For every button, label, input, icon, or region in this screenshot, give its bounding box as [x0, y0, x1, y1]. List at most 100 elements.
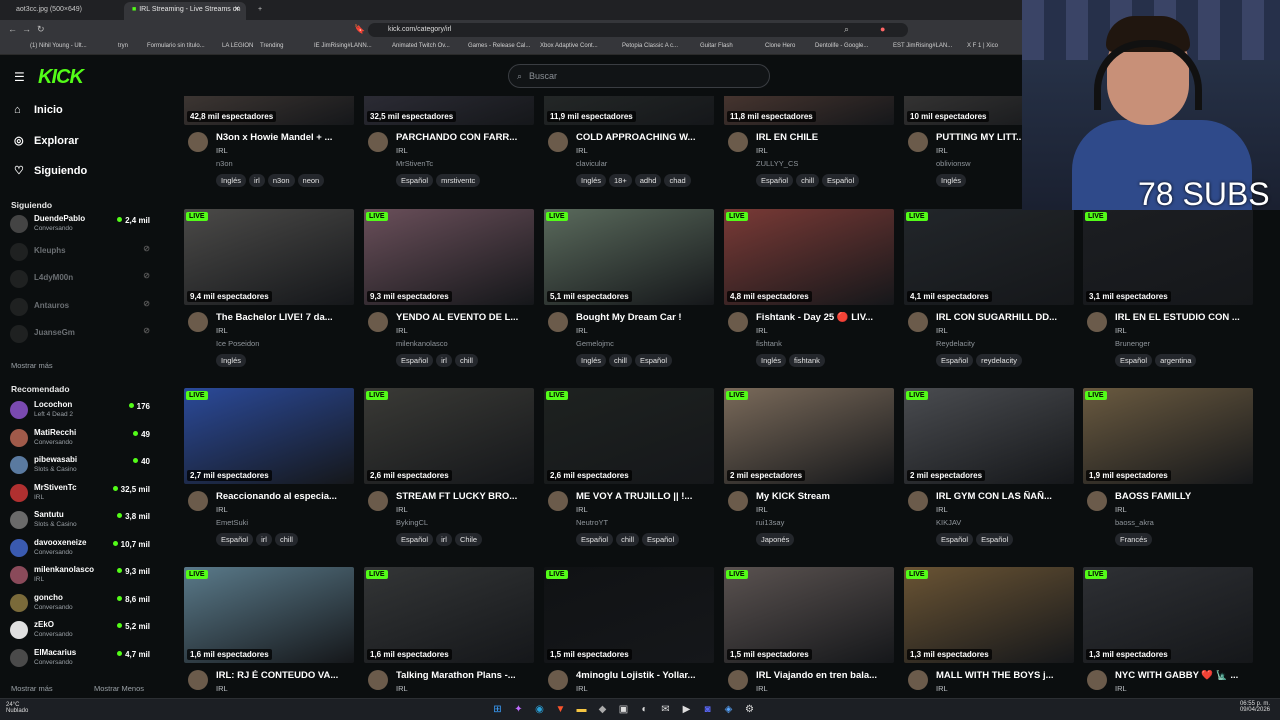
stream-title[interactable]: MALL WITH THE BOYS j... — [936, 670, 1072, 681]
show-more-following[interactable]: Mostrar más — [11, 361, 53, 370]
tag-pill[interactable]: Español — [396, 533, 434, 546]
stream-title[interactable]: IRL CON SUGARHILL DD... — [936, 312, 1072, 323]
streamer-name[interactable]: Ice Poseidon — [216, 339, 259, 348]
stream-title[interactable]: IRL EN CHILE — [756, 132, 892, 143]
tag-pill[interactable]: Japonés — [756, 533, 795, 546]
tag-pill[interactable]: Español — [396, 354, 434, 367]
stream-thumbnail[interactable]: LIVE 1,3 mil espectadores — [904, 567, 1074, 663]
recommended-channel[interactable]: zEkO Conversando 5,2 mil — [10, 618, 152, 642]
stream-thumbnail[interactable]: 32,5 mil espectadores — [364, 96, 534, 125]
tag-pill[interactable]: argentina — [1155, 354, 1197, 367]
stream-category[interactable]: IRL — [216, 326, 228, 335]
streamer-avatar[interactable] — [548, 670, 568, 690]
stream-thumbnail[interactable]: 11,8 mil espectadores — [724, 96, 894, 125]
tag-pill[interactable]: reydelacity — [976, 354, 1022, 367]
streamer-name[interactable]: KIKJAV — [936, 518, 961, 527]
tag-pill[interactable]: Español — [822, 174, 860, 187]
streamer-avatar[interactable] — [368, 132, 388, 152]
tag-pill[interactable]: Chile — [454, 533, 483, 546]
streamer-name[interactable]: EmetSuki — [216, 518, 248, 527]
stream-category[interactable]: IRL — [1115, 326, 1127, 335]
recommended-channel[interactable]: pibewasabi Slots & Casino 40 — [10, 453, 152, 477]
stream-category[interactable]: IRL — [936, 146, 948, 155]
streamer-name[interactable]: n3on — [216, 159, 233, 168]
tag-pill[interactable]: mrstiventc — [436, 174, 481, 187]
stream-thumbnail[interactable]: 11,9 mil espectadores — [544, 96, 714, 125]
stream-category[interactable]: IRL — [756, 146, 768, 155]
stream-title[interactable]: IRL Viajando en tren bala... — [756, 670, 892, 681]
stream-category[interactable]: IRL — [216, 146, 228, 155]
forward-icon[interactable]: → — [22, 24, 31, 34]
recommended-channel[interactable]: milenkanolasco IRL 9,3 mil — [10, 563, 152, 587]
following-channel[interactable]: Antauros ⊘ — [10, 295, 152, 319]
stream-category[interactable]: IRL — [936, 684, 948, 693]
stream-thumbnail[interactable]: LIVE 2,7 mil espectadores — [184, 388, 354, 484]
stream-category[interactable]: IRL — [576, 505, 588, 514]
bookmark-item[interactable]: Formulario sin título... — [147, 43, 205, 49]
tag-pill[interactable]: chill — [616, 533, 640, 546]
browser-tab-active[interactable]: ■ IRL Streaming - Live Streams on ✕ — [124, 2, 246, 20]
bookmark-item[interactable]: Guitar Flash — [700, 43, 733, 49]
show-less-recommended[interactable]: Mostrar Menos — [94, 684, 144, 693]
streamer-name[interactable]: Gemelojmc — [576, 339, 614, 348]
tag-pill[interactable]: Español — [396, 174, 434, 187]
tag-pill[interactable]: Español — [936, 533, 974, 546]
streamer-avatar[interactable] — [908, 670, 928, 690]
tag-pill[interactable]: Inglés — [756, 354, 787, 367]
recommended-channel[interactable]: goncho Conversando 8,6 mil — [10, 591, 152, 615]
streamer-name[interactable]: Brunenger — [1115, 339, 1150, 348]
tag-pill[interactable]: neon — [297, 174, 325, 187]
extension-icon[interactable]: ● — [880, 24, 885, 34]
tag-pill[interactable]: Español — [976, 533, 1014, 546]
bookmark-item[interactable]: IE JimRising#LANN... — [314, 43, 372, 49]
recommended-channel[interactable]: MatiRecchi Conversando 49 — [10, 426, 152, 450]
stream-thumbnail[interactable]: LIVE 4,1 mil espectadores — [904, 209, 1074, 305]
brave-icon[interactable]: ▼ — [553, 702, 568, 717]
bookmark-item[interactable]: tryn — [118, 43, 128, 49]
stream-title[interactable]: IRL: RJ É CONTEUDO VA... — [216, 670, 352, 681]
menu-icon[interactable]: ☰ — [14, 70, 25, 84]
tag-pill[interactable]: adhd — [634, 174, 662, 187]
stream-title[interactable]: The Bachelor LIVE! 7 da... — [216, 312, 352, 323]
stream-title[interactable]: IRL EN EL ESTUDIO CON ... — [1115, 312, 1251, 323]
streamer-name[interactable]: MrStivenTc — [396, 159, 433, 168]
bookmark-item[interactable]: X F 1 | Xico — [967, 43, 998, 49]
stream-category[interactable]: IRL — [756, 505, 768, 514]
tag-pill[interactable]: Francés — [1115, 533, 1153, 546]
streamer-avatar[interactable] — [1087, 491, 1107, 511]
settings-icon[interactable]: ⚙ — [742, 702, 757, 717]
stream-category[interactable]: IRL — [396, 505, 408, 514]
stream-thumbnail[interactable]: LIVE 5,1 mil espectadores — [544, 209, 714, 305]
show-more-recommended[interactable]: Mostrar más — [11, 684, 53, 693]
tag-pill[interactable]: Español — [1115, 354, 1153, 367]
stream-thumbnail[interactable]: LIVE 2,6 mil espectadores — [364, 388, 534, 484]
following-channel[interactable]: JuanseGm ⊘ — [10, 322, 152, 346]
tag-pill[interactable]: Español — [634, 354, 673, 367]
kick-logo[interactable]: KICK — [38, 66, 84, 89]
stream-category[interactable]: IRL — [576, 326, 588, 335]
stream-title[interactable]: Fishtank - Day 25 🔴 LIV... — [756, 312, 892, 323]
tag-pill[interactable]: chill — [274, 533, 298, 546]
streamer-avatar[interactable] — [188, 670, 208, 690]
bookmark-item[interactable]: Dentolife - Google... — [815, 43, 868, 49]
streamer-avatar[interactable] — [188, 132, 208, 152]
following-channel[interactable]: L4dyM00n ⊘ — [10, 267, 152, 291]
stream-category[interactable]: IRL — [1115, 684, 1127, 693]
tag-pill[interactable]: chill — [454, 354, 478, 367]
tag-pill[interactable]: Español — [756, 174, 794, 187]
bookmark-item[interactable]: Games - Release Cal... — [468, 43, 530, 49]
streamer-avatar[interactable] — [548, 491, 568, 511]
recommended-channel[interactable]: ElMacarius Conversando 4,7 mil — [10, 646, 152, 670]
streamer-avatar[interactable] — [908, 132, 928, 152]
streamer-avatar[interactable] — [368, 491, 388, 511]
stream-category[interactable]: IRL — [396, 326, 408, 335]
bookmark-item[interactable]: Xbox Adaptive Cont... — [540, 43, 598, 49]
streamer-name[interactable]: ZULLYY_CS — [756, 159, 798, 168]
vscode-icon[interactable]: ◈ — [721, 702, 736, 717]
streamer-name[interactable]: oblivionsw — [936, 159, 971, 168]
streamer-avatar[interactable] — [188, 312, 208, 332]
tag-pill[interactable]: Inglés — [936, 174, 967, 187]
stream-title[interactable]: Reaccionando al especia... — [216, 491, 352, 502]
streamer-avatar[interactable] — [728, 670, 748, 690]
streamer-avatar[interactable] — [188, 491, 208, 511]
